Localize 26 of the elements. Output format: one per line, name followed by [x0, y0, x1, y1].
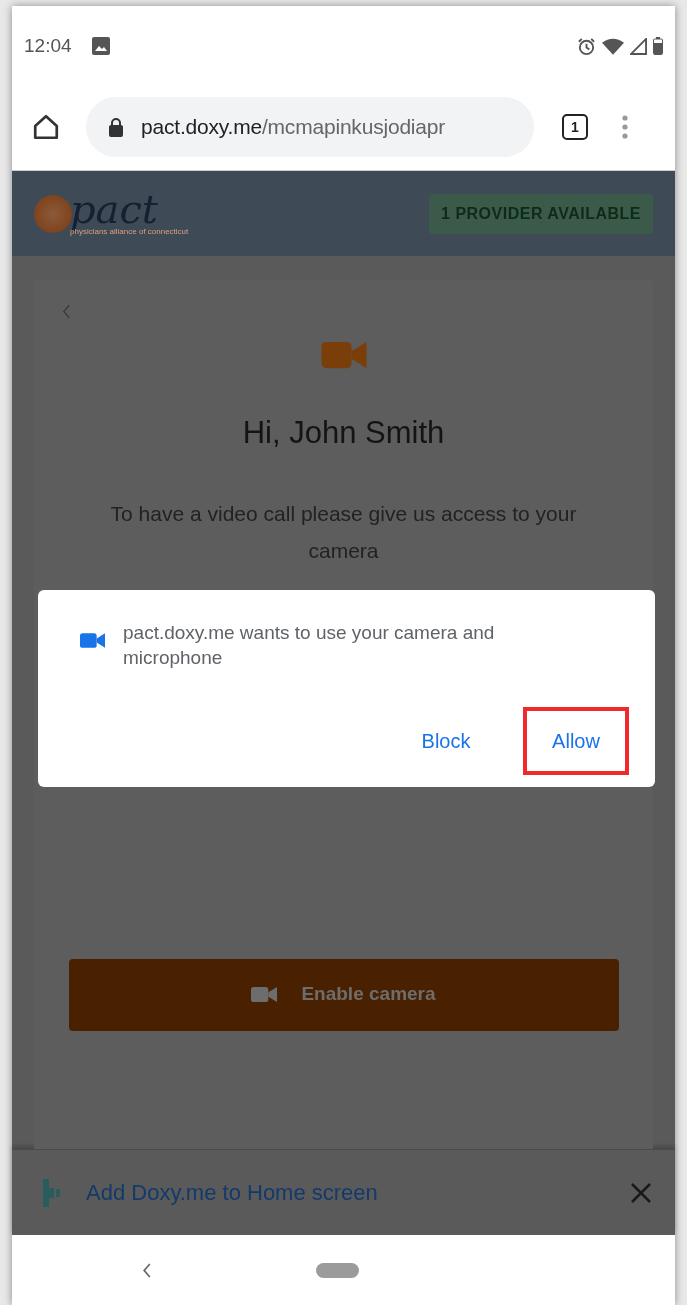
- url-text: pact.doxy.me/mcmapinkusjodiapr: [141, 114, 446, 141]
- logo-tagline: physicians alliance of connecticut: [70, 227, 189, 236]
- tab-count-button[interactable]: 1: [562, 114, 588, 140]
- lock-icon: [108, 117, 124, 137]
- status-time: 12:04: [24, 33, 72, 58]
- video-camera-icon: [251, 985, 278, 1004]
- dialog-button[interactable]: Allow: [523, 707, 629, 775]
- home-pill[interactable]: [316, 1262, 359, 1278]
- image-icon: [91, 37, 110, 55]
- signal-icon: [630, 37, 647, 55]
- close-icon[interactable]: [631, 1182, 651, 1203]
- dialog-button[interactable]: Block: [393, 707, 499, 775]
- more-options-icon[interactable]: [622, 115, 628, 139]
- video-camera-icon: [80, 632, 105, 649]
- back-chevron-icon[interactable]: [62, 304, 71, 319]
- address-bar[interactable]: pact.doxy.me/mcmapinkusjodiapr: [86, 97, 534, 157]
- enable-camera-button[interactable]: Enable camera: [68, 958, 619, 1031]
- video-camera-icon: [320, 340, 367, 370]
- back-icon[interactable]: [142, 1262, 152, 1278]
- access-message: To have a video call please give us access to your camera: [109, 500, 578, 564]
- home-icon[interactable]: [32, 113, 60, 141]
- alarm-icon: [577, 36, 596, 56]
- wifi-icon: [602, 37, 624, 55]
- permission-message: pact.doxy.me wants to use your camera and microphone: [123, 621, 496, 670]
- greeting-heading: Hi, John Smith: [242, 414, 445, 452]
- battery-icon: [653, 37, 663, 55]
